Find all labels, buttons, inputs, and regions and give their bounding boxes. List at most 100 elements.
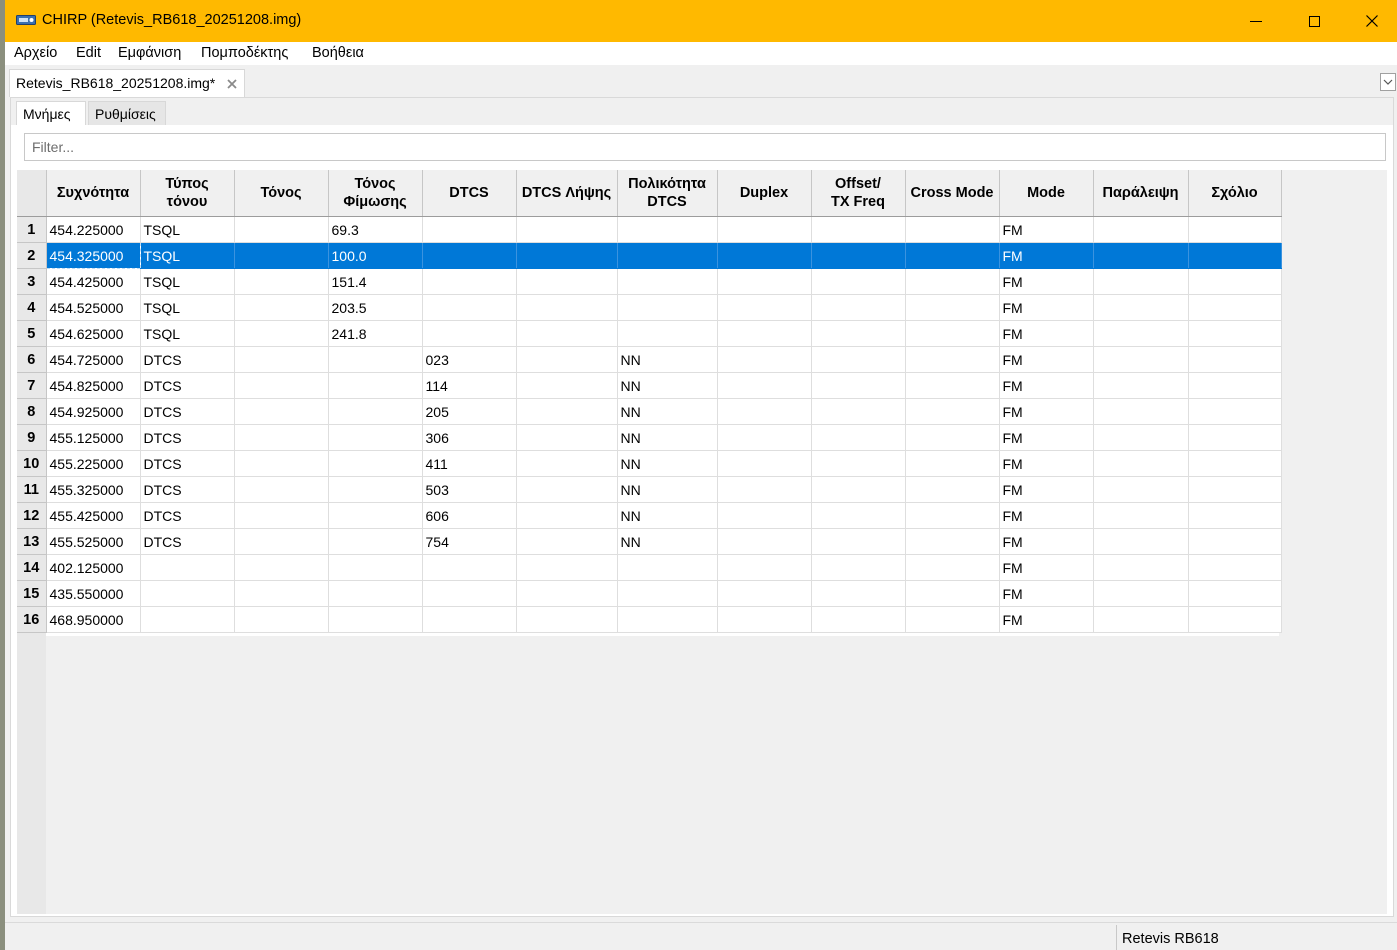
cell-dtcs-polarity[interactable] [617, 216, 718, 243]
cell-duplex[interactable] [717, 372, 812, 399]
cell-dtcs[interactable] [422, 268, 517, 295]
cell-mode[interactable]: FM [999, 502, 1094, 529]
column-header-mode[interactable]: Mode [999, 170, 1094, 217]
cell-dtcs-rx[interactable] [516, 476, 618, 503]
table-row[interactable]: 7 454.825000 DTCS 114 NN FM [17, 372, 1282, 399]
cell-skip[interactable] [1093, 502, 1189, 529]
table-row[interactable]: 4 454.525000 TSQL 203.5 FM [17, 294, 1282, 321]
cell-dtcs[interactable] [422, 242, 517, 269]
cell-frequency[interactable]: 455.425000 [46, 502, 141, 529]
cell-comment[interactable] [1188, 294, 1282, 321]
cell-cross-mode[interactable] [905, 606, 1000, 633]
cell-mode[interactable]: FM [999, 320, 1094, 347]
cell-tone-squelch[interactable]: 100.0 [328, 242, 423, 269]
cell-tone-mode[interactable]: DTCS [140, 476, 235, 503]
cell-duplex[interactable] [717, 528, 812, 555]
cell-frequency[interactable]: 454.925000 [46, 398, 141, 425]
tab-list-dropdown-button[interactable] [1380, 73, 1396, 91]
menu-radio[interactable]: Πομποδέκτης [201, 45, 288, 61]
cell-cross-mode[interactable] [905, 502, 1000, 529]
row-number[interactable]: 15 [17, 580, 47, 607]
cell-skip[interactable] [1093, 268, 1189, 295]
cell-mode[interactable]: FM [999, 580, 1094, 607]
cell-cross-mode[interactable] [905, 294, 1000, 321]
cell-cross-mode[interactable] [905, 424, 1000, 451]
cell-dtcs-polarity[interactable] [617, 268, 718, 295]
cell-duplex[interactable] [717, 476, 812, 503]
cell-dtcs-rx[interactable] [516, 216, 618, 243]
table-row[interactable]: 9 455.125000 DTCS 306 NN FM [17, 424, 1282, 451]
cell-comment[interactable] [1188, 580, 1282, 607]
cell-skip[interactable] [1093, 606, 1189, 633]
cell-tone-mode[interactable]: DTCS [140, 502, 235, 529]
cell-skip[interactable] [1093, 528, 1189, 555]
cell-frequency[interactable]: 454.825000 [46, 372, 141, 399]
cell-dtcs-polarity[interactable] [617, 294, 718, 321]
table-row[interactable]: 15 435.550000 FM [17, 580, 1282, 607]
cell-cross-mode[interactable] [905, 242, 1000, 269]
cell-dtcs-polarity[interactable]: NN [617, 502, 718, 529]
cell-cross-mode[interactable] [905, 372, 1000, 399]
cell-cross-mode[interactable] [905, 268, 1000, 295]
cell-tone-squelch[interactable] [328, 606, 423, 633]
cell-offset[interactable] [811, 554, 906, 581]
cell-tone[interactable] [234, 372, 329, 399]
cell-comment[interactable] [1188, 476, 1282, 503]
cell-dtcs-polarity[interactable]: NN [617, 528, 718, 555]
cell-dtcs-polarity[interactable]: NN [617, 424, 718, 451]
cell-offset[interactable] [811, 320, 906, 347]
cell-duplex[interactable] [717, 346, 812, 373]
cell-frequency[interactable]: 455.325000 [46, 476, 141, 503]
column-header-tone-squelch[interactable]: Τόνος Φίμωσης [328, 170, 423, 217]
cell-dtcs-rx[interactable] [516, 346, 618, 373]
cell-duplex[interactable] [717, 424, 812, 451]
cell-tone[interactable] [234, 242, 329, 269]
cell-dtcs-rx[interactable] [516, 320, 618, 347]
cell-mode[interactable]: FM [999, 606, 1094, 633]
cell-duplex[interactable] [717, 320, 812, 347]
cell-tone[interactable] [234, 554, 329, 581]
cell-dtcs[interactable]: 754 [422, 528, 517, 555]
table-row[interactable]: 2 454.325000 TSQL 100.0 FM [17, 242, 1282, 269]
cell-dtcs-polarity[interactable] [617, 320, 718, 347]
cell-dtcs-rx[interactable] [516, 294, 618, 321]
cell-offset[interactable] [811, 346, 906, 373]
cell-frequency[interactable]: 454.225000 [46, 216, 141, 243]
cell-duplex[interactable] [717, 242, 812, 269]
cell-mode[interactable]: FM [999, 294, 1094, 321]
cell-tone-squelch[interactable] [328, 580, 423, 607]
cell-cross-mode[interactable] [905, 580, 1000, 607]
cell-dtcs-polarity[interactable] [617, 580, 718, 607]
cell-dtcs-rx[interactable] [516, 398, 618, 425]
cell-dtcs[interactable]: 306 [422, 424, 517, 451]
cell-frequency[interactable]: 468.950000 [46, 606, 141, 633]
cell-mode[interactable]: FM [999, 476, 1094, 503]
cell-offset[interactable] [811, 398, 906, 425]
cell-duplex[interactable] [717, 450, 812, 477]
row-number[interactable]: 3 [17, 268, 47, 295]
column-header-dtcs-polarity[interactable]: Πολικότητα DTCS [617, 170, 718, 217]
cell-offset[interactable] [811, 372, 906, 399]
cell-skip[interactable] [1093, 398, 1189, 425]
cell-duplex[interactable] [717, 502, 812, 529]
cell-tone-squelch[interactable] [328, 528, 423, 555]
cell-comment[interactable] [1188, 450, 1282, 477]
cell-offset[interactable] [811, 294, 906, 321]
cell-dtcs[interactable]: 023 [422, 346, 517, 373]
cell-comment[interactable] [1188, 242, 1282, 269]
cell-tone-squelch[interactable] [328, 502, 423, 529]
cell-mode[interactable]: FM [999, 216, 1094, 243]
row-number[interactable]: 1 [17, 216, 47, 243]
cell-frequency[interactable]: 435.550000 [46, 580, 141, 607]
cell-duplex[interactable] [717, 216, 812, 243]
cell-duplex[interactable] [717, 606, 812, 633]
minimize-button[interactable] [1227, 0, 1285, 42]
row-number[interactable]: 6 [17, 346, 47, 373]
cell-dtcs-rx[interactable] [516, 606, 618, 633]
cell-duplex[interactable] [717, 268, 812, 295]
cell-dtcs[interactable]: 205 [422, 398, 517, 425]
cell-cross-mode[interactable] [905, 320, 1000, 347]
cell-frequency[interactable]: 455.525000 [46, 528, 141, 555]
row-number[interactable]: 9 [17, 424, 47, 451]
cell-dtcs-rx[interactable] [516, 242, 618, 269]
